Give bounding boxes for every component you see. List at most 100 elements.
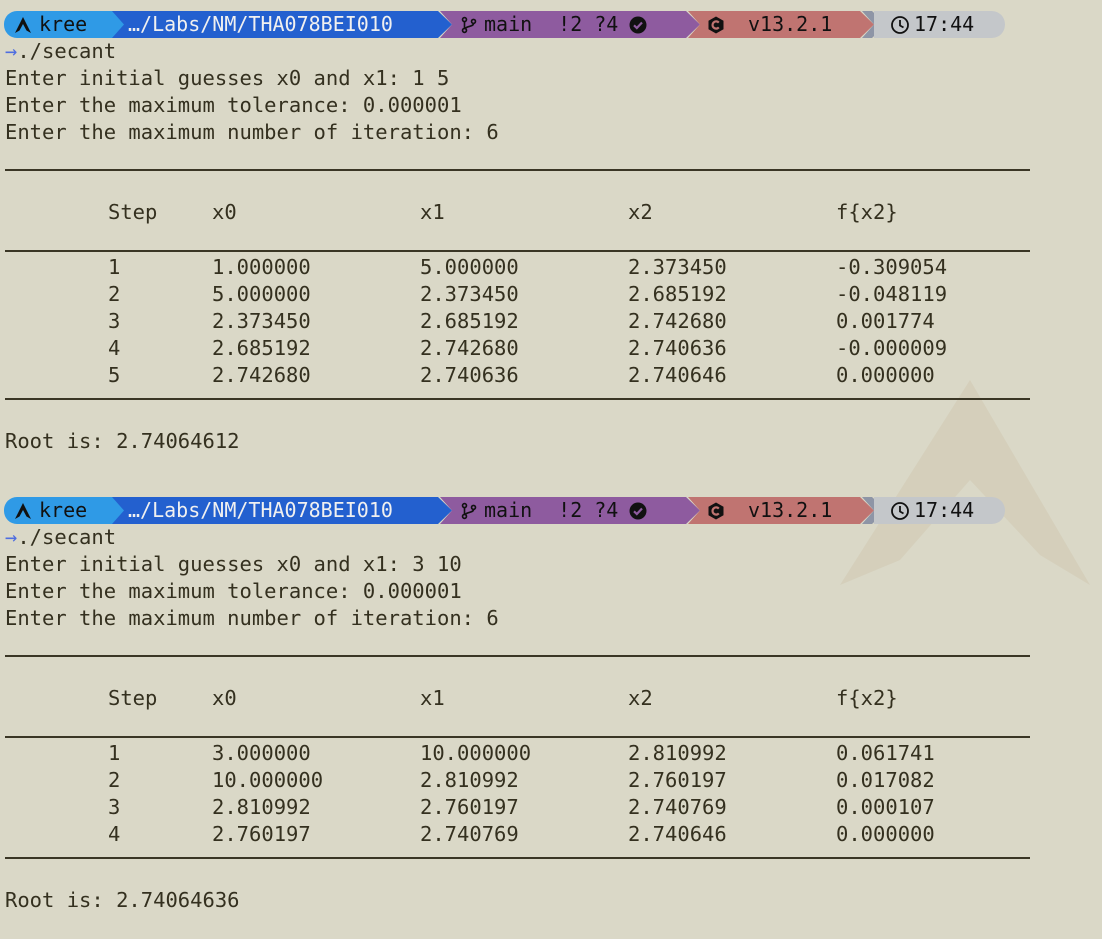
- table-cell: 0.000000: [836, 363, 935, 387]
- table-cell: 2.373450: [212, 309, 311, 333]
- table-header-cell: x2: [628, 686, 653, 710]
- table-cell: 2.740636: [628, 336, 727, 360]
- program-output-line: Enter the maximum tolerance: 0.000001: [5, 579, 462, 603]
- table-header-cell: f{x2}: [836, 200, 898, 224]
- table-cell: 0.000000: [836, 822, 935, 846]
- table-rule-top: [5, 655, 1030, 657]
- prompt-path: …/Labs/NM/THA078BEI010: [128, 498, 393, 522]
- prompt-time: 17:44: [914, 498, 975, 522]
- command-line: →./secant: [5, 524, 116, 551]
- prompt-username: kree: [39, 498, 88, 522]
- table-cell: 1: [108, 255, 121, 279]
- prompt-bar: kree …/Labs/NM/THA078BEI010 main !2 ?4 v13.2.…: [4, 497, 1005, 524]
- prompt-arrow-icon: →: [5, 525, 18, 549]
- program-output-line: Enter the maximum number of iteration: 6: [5, 120, 499, 144]
- table-cell: 3.000000: [212, 741, 311, 765]
- table-cell: 2.742680: [420, 336, 519, 360]
- c-language-icon: [708, 502, 724, 519]
- table-header-cell: x1: [420, 686, 445, 710]
- lang-version: v13.2.1: [748, 12, 833, 36]
- program-output-line: Enter initial guesses x0 and x1: 3 10: [5, 552, 462, 576]
- check-circle-icon: [629, 502, 647, 519]
- table-cell: 4: [108, 336, 121, 360]
- table-cell: 3: [108, 795, 121, 819]
- table-cell: 2.742680: [212, 363, 311, 387]
- table-cell: 2.760197: [628, 768, 727, 792]
- table-cell: -0.048119: [836, 282, 948, 306]
- table-cell: 2: [108, 768, 121, 792]
- table-cell: 10.000000: [420, 741, 532, 765]
- table-cell: 2.685192: [628, 282, 727, 306]
- table-header-cell: x0: [212, 686, 237, 710]
- table-header-cell: x1: [420, 200, 445, 224]
- lang-version: v13.2.1: [748, 498, 833, 522]
- git-untracked-count: ?4: [594, 12, 619, 36]
- prompt-lang-segment: v13.2.1: [688, 11, 874, 38]
- table-header-cell: f{x2}: [836, 686, 898, 710]
- table-cell: 5.000000: [420, 255, 519, 279]
- table-cell: 0.017082: [836, 768, 935, 792]
- table-cell: 2.810992: [420, 768, 519, 792]
- clock-icon: [891, 501, 909, 520]
- table-cell: 2.740769: [420, 822, 519, 846]
- table-cell: 1.000000: [212, 255, 311, 279]
- table-cell: -0.000009: [836, 336, 948, 360]
- arch-logo-icon: [15, 16, 31, 33]
- table-cell: -0.309054: [836, 255, 948, 279]
- table-cell: 2.810992: [212, 795, 311, 819]
- table-cell: 2.685192: [420, 309, 519, 333]
- table-cell: 3: [108, 309, 121, 333]
- program-output-line: Enter initial guesses x0 and x1: 1 5: [5, 66, 450, 90]
- prompt-path: …/Labs/NM/THA078BEI010: [128, 12, 393, 36]
- prompt-lang-segment: v13.2.1: [688, 497, 874, 524]
- prompt-user-segment: kree: [4, 11, 124, 38]
- table-cell: 2.740636: [420, 363, 519, 387]
- table-rule-header: [5, 250, 1030, 252]
- table-cell: 0.061741: [836, 741, 935, 765]
- table-cell: 2.740646: [628, 822, 727, 846]
- prompt-arrow-icon: →: [5, 39, 18, 63]
- command-line: →./secant: [5, 38, 116, 65]
- command-text: ./secant: [17, 525, 117, 549]
- arch-logo-icon: [15, 502, 31, 519]
- table-cell: 2.373450: [420, 282, 519, 306]
- table-cell: 2.740646: [628, 363, 727, 387]
- git-branch-icon: [461, 16, 477, 33]
- table-header-cell: x0: [212, 200, 237, 224]
- table-cell: 10.000000: [212, 768, 324, 792]
- table-cell: 2.373450: [628, 255, 727, 279]
- table-cell: 2: [108, 282, 121, 306]
- clock-icon: [891, 15, 909, 34]
- table-cell: 2.760197: [212, 822, 311, 846]
- git-modified-count: !2: [558, 12, 583, 36]
- git-branch-name: main: [484, 12, 533, 36]
- command-text: ./secant: [17, 39, 117, 63]
- table-cell: 2.740769: [628, 795, 727, 819]
- c-language-icon: [708, 16, 724, 33]
- git-branch-name: main: [484, 498, 533, 522]
- git-untracked-count: ?4: [594, 498, 619, 522]
- prompt-time-segment: 17:44: [874, 11, 1005, 38]
- prompt-user-segment: kree: [4, 497, 124, 524]
- prompt-git-segment: main !2 ?4: [440, 497, 700, 524]
- table-rule-bottom: [5, 857, 1030, 859]
- result-line: Root is: 2.74064636: [5, 888, 240, 912]
- table-cell: 5: [108, 363, 121, 387]
- check-circle-icon: [629, 16, 647, 33]
- prompt-bar: kree …/Labs/NM/THA078BEI010 main !2 ?4 v13.2.…: [4, 11, 1005, 38]
- prompt-git-segment: main !2 ?4: [440, 11, 700, 38]
- result-line: Root is: 2.74064612: [5, 429, 240, 453]
- table-cell: 5.000000: [212, 282, 311, 306]
- table-cell: 1: [108, 741, 121, 765]
- prompt-path-segment: …/Labs/NM/THA078BEI010: [112, 497, 452, 524]
- table-cell: 4: [108, 822, 121, 846]
- prompt-path-segment: …/Labs/NM/THA078BEI010: [112, 11, 452, 38]
- git-branch-icon: [461, 502, 477, 519]
- table-header-cell: Step: [108, 686, 158, 710]
- table-cell: 2.742680: [628, 309, 727, 333]
- prompt-time-segment: 17:44: [874, 497, 1005, 524]
- table-rule-header: [5, 736, 1030, 738]
- table-rule-bottom: [5, 398, 1030, 400]
- table-cell: 0.001774: [836, 309, 935, 333]
- table-cell: 2.685192: [212, 336, 311, 360]
